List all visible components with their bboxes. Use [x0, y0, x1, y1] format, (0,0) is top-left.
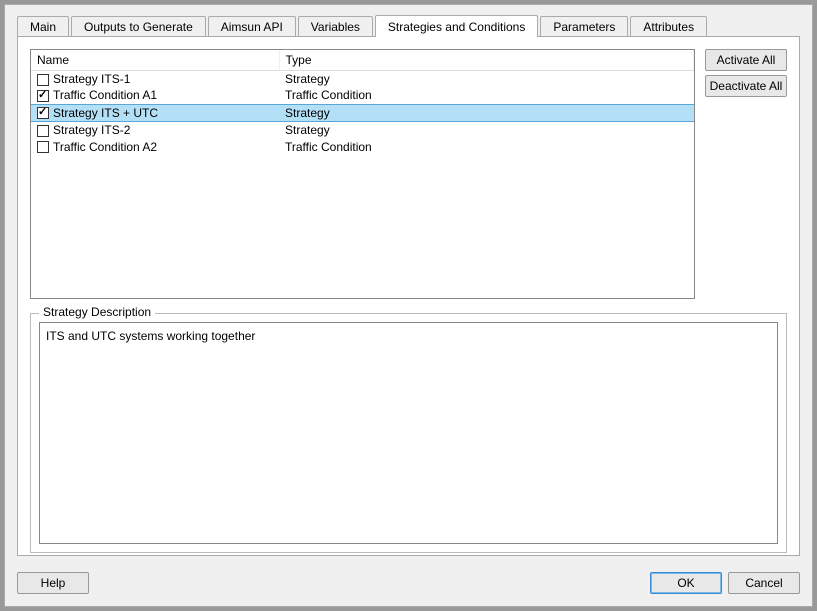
side-buttons: Activate All Deactivate All — [705, 49, 787, 299]
tab-parameters[interactable]: Parameters — [540, 16, 628, 38]
help-button[interactable]: Help — [17, 572, 89, 594]
tab-attributes[interactable]: Attributes — [630, 16, 707, 38]
tab-panel-strategies: Name Type Strategy ITS-1StrategyTraffic … — [17, 36, 800, 556]
tab-main[interactable]: Main — [17, 16, 69, 38]
strategies-table-wrap: Name Type Strategy ITS-1StrategyTraffic … — [30, 49, 695, 299]
row-checkbox[interactable] — [37, 90, 49, 102]
description-textarea[interactable]: ITS and UTC systems working together — [39, 322, 778, 544]
upper-area: Name Type Strategy ITS-1StrategyTraffic … — [30, 49, 787, 299]
row-name: Strategy ITS-2 — [53, 123, 130, 137]
col-header-type[interactable]: Type — [279, 50, 694, 70]
row-type: Traffic Condition — [279, 138, 694, 155]
table-row[interactable]: Strategy ITS + UTC Strategy — [31, 104, 694, 121]
tab-variables[interactable]: Variables — [298, 16, 373, 38]
row-checkbox[interactable] — [37, 107, 49, 119]
row-type: Traffic Condition — [279, 87, 694, 104]
row-checkbox[interactable] — [37, 125, 49, 137]
table-row[interactable]: Traffic Condition A2 Traffic Condition — [31, 138, 694, 155]
ok-button[interactable]: OK — [650, 572, 722, 594]
row-name: Traffic Condition A2 — [53, 140, 157, 154]
strategies-table: Name Type Strategy ITS-1StrategyTraffic … — [31, 50, 694, 155]
table-row[interactable]: Traffic Condition A1 Traffic Condition — [31, 87, 694, 104]
table-row[interactable]: Strategy ITS-2 Strategy — [31, 121, 694, 138]
tab-bar: MainOutputs to GenerateAimsun APIVariabl… — [5, 5, 812, 37]
col-header-name[interactable]: Name — [31, 50, 279, 70]
row-type: Strategy — [279, 121, 694, 138]
row-checkbox[interactable] — [37, 74, 49, 86]
tab-aimsun-api[interactable]: Aimsun API — [208, 16, 296, 38]
activate-all-button[interactable]: Activate All — [705, 49, 787, 71]
row-checkbox[interactable] — [37, 141, 49, 153]
dialog-window: MainOutputs to GenerateAimsun APIVariabl… — [4, 4, 813, 607]
tab-strategies-and-conditions[interactable]: Strategies and Conditions — [375, 15, 538, 37]
row-type: Strategy — [279, 104, 694, 121]
tab-outputs-to-generate[interactable]: Outputs to Generate — [71, 16, 206, 38]
table-row[interactable]: Strategy ITS-1 Strategy — [31, 70, 694, 87]
row-type: Strategy — [279, 70, 694, 87]
deactivate-all-button[interactable]: Deactivate All — [705, 75, 787, 97]
description-fieldset: Strategy Description ITS and UTC systems… — [30, 313, 787, 553]
description-label: Strategy Description — [39, 305, 155, 319]
row-name: Strategy ITS-1 — [53, 72, 130, 86]
cancel-button[interactable]: Cancel — [728, 572, 800, 594]
row-name: Traffic Condition A1 — [53, 88, 157, 102]
description-text: ITS and UTC systems working together — [46, 329, 255, 343]
bottom-bar: Help OK Cancel — [17, 572, 800, 594]
row-name: Strategy ITS + UTC — [53, 106, 158, 120]
